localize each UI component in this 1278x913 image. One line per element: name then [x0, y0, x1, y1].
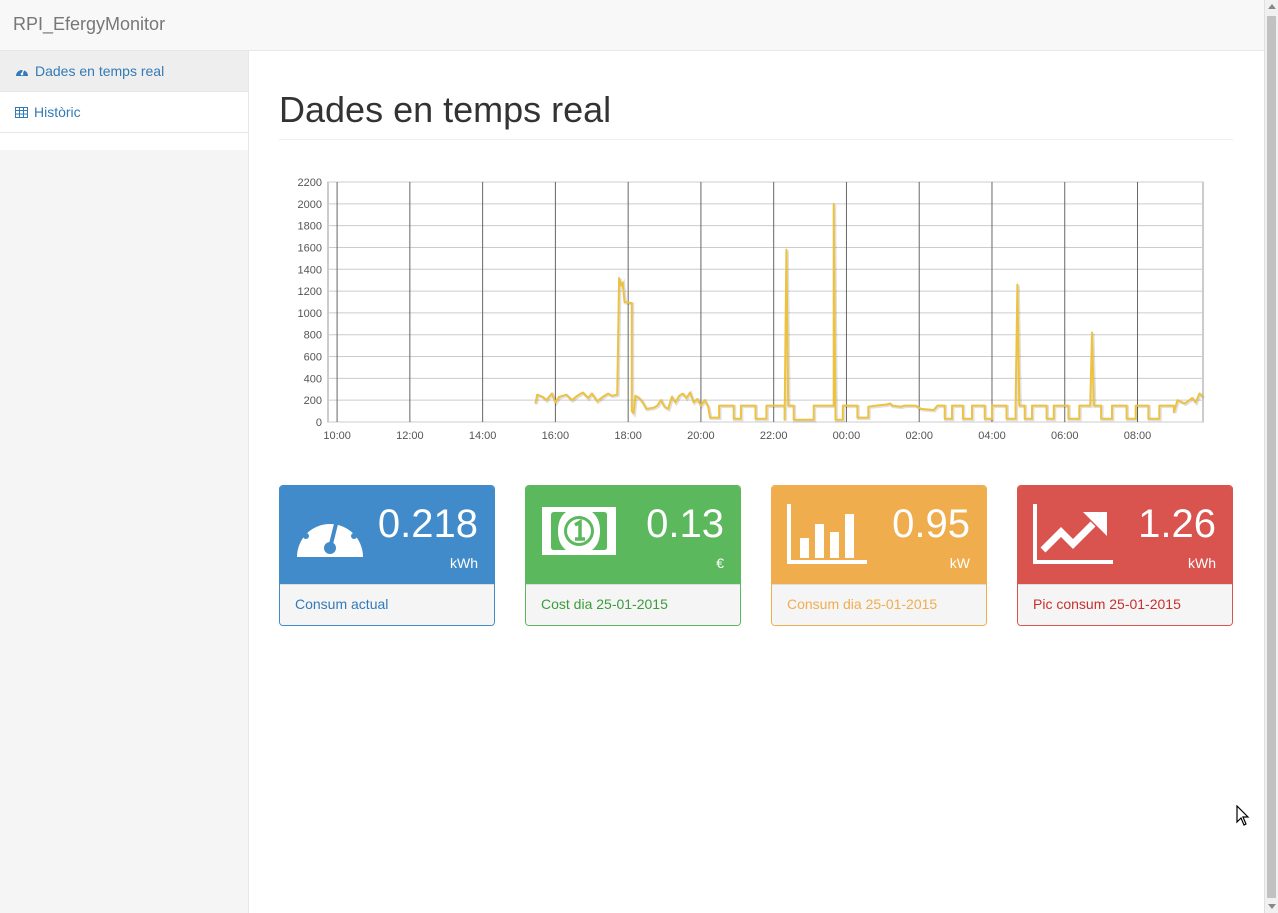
y-tick-label: 2000 — [298, 199, 322, 211]
x-tick-label: 16:00 — [542, 430, 570, 442]
mouse-cursor-icon — [1236, 805, 1250, 826]
chart-plot-area — [327, 181, 1204, 423]
sidebar-item-label: Històric — [34, 104, 81, 120]
vertical-scrollbar[interactable] — [1264, 0, 1278, 913]
y-tick-label: 2200 — [298, 177, 322, 189]
y-tick-label: 800 — [304, 330, 322, 342]
x-tick-label: 10:00 — [323, 430, 351, 442]
panel-heading: 0.218 kWh — [280, 486, 494, 584]
panel-value: 0.13 — [646, 502, 724, 546]
sidebar: Dades en temps real Històric — [0, 51, 249, 913]
panel-daily-cost: 0.13 € Cost dia 25-01-2015 — [525, 485, 741, 626]
panel-current-consumption: 0.218 kWh Consum actual — [279, 485, 495, 626]
sidebar-item-historic[interactable]: Històric — [0, 92, 248, 133]
table-icon — [15, 106, 28, 118]
scroll-down-arrow-icon[interactable] — [1268, 904, 1276, 909]
y-tick-label: 400 — [304, 373, 322, 385]
panel-footer[interactable]: Cost dia 25-01-2015 — [526, 584, 740, 625]
panel-footer[interactable]: Pic consum 25-01-2015 — [1018, 584, 1232, 625]
y-tick-label: 1200 — [298, 286, 322, 298]
panel-daily-consumption: 0.95 kW Consum dia 25-01-2015 — [771, 485, 987, 626]
sidebar-spacer — [0, 133, 248, 150]
x-tick-label: 04:00 — [978, 430, 1006, 442]
x-tick-label: 06:00 — [1051, 430, 1079, 442]
title-divider — [279, 139, 1233, 140]
main-content: Dades en temps real 0 200 400 600 800 1000 120… — [249, 51, 1264, 913]
sidebar-menu: Dades en temps real Històric — [0, 51, 248, 133]
x-tick-label: 12:00 — [396, 430, 424, 442]
navbar: RPI_EfergyMonitor — [0, 0, 1264, 51]
scroll-up-arrow-icon[interactable] — [1268, 4, 1276, 9]
y-tick-label: 600 — [304, 352, 322, 364]
sidebar-item-label: Dades en temps real — [35, 63, 165, 79]
scrollbar-thumb[interactable] — [1267, 16, 1276, 898]
panel-unit: kWh — [450, 555, 478, 571]
y-tick-label: 1800 — [298, 221, 322, 233]
panel-peak-consumption: 1.26 kWh Pic consum 25-01-2015 — [1017, 485, 1233, 626]
line-chart-icon — [1033, 504, 1113, 564]
y-tick-label: 1600 — [298, 242, 322, 254]
panel-unit: € — [716, 555, 724, 571]
bar-chart-icon — [787, 504, 867, 564]
dashboard-icon — [16, 68, 28, 76]
x-tick-label: 00:00 — [833, 430, 861, 442]
panel-unit: kWh — [1188, 555, 1216, 571]
panel-value: 0.95 — [892, 502, 970, 546]
brand-link[interactable]: RPI_EfergyMonitor — [13, 14, 165, 35]
panel-heading: 0.13 € — [526, 486, 740, 584]
sidebar-item-realtime[interactable]: Dades en temps real — [0, 51, 248, 92]
panel-value: 0.218 — [377, 502, 478, 546]
panel-footer[interactable]: Consum dia 25-01-2015 — [772, 584, 986, 625]
panel-unit: kW — [949, 555, 970, 571]
x-tick-label: 22:00 — [760, 430, 788, 442]
panel-value: 1.26 — [1138, 502, 1216, 546]
panel-heading: 1.26 kWh — [1018, 486, 1232, 584]
dashboard-gauge-icon — [297, 512, 363, 557]
page-title: Dades en temps real — [279, 89, 612, 130]
x-tick-label: 08:00 — [1124, 430, 1152, 442]
panel-heading: 0.95 kW — [772, 486, 986, 584]
y-tick-label: 200 — [304, 395, 322, 407]
consumption-chart: 0 200 400 600 800 1000 1200 1400 1600 1800 2000 220… — [298, 177, 1206, 442]
y-tick-label: 0 — [316, 417, 322, 429]
x-tick-label: 14:00 — [469, 430, 497, 442]
x-tick-label: 20:00 — [687, 430, 715, 442]
y-tick-label: 1000 — [298, 308, 322, 320]
x-tick-label: 18:00 — [614, 430, 642, 442]
panel-footer[interactable]: Consum actual — [280, 584, 494, 625]
money-icon — [542, 507, 616, 555]
x-tick-label: 02:00 — [905, 430, 933, 442]
y-tick-label: 1400 — [298, 264, 322, 276]
